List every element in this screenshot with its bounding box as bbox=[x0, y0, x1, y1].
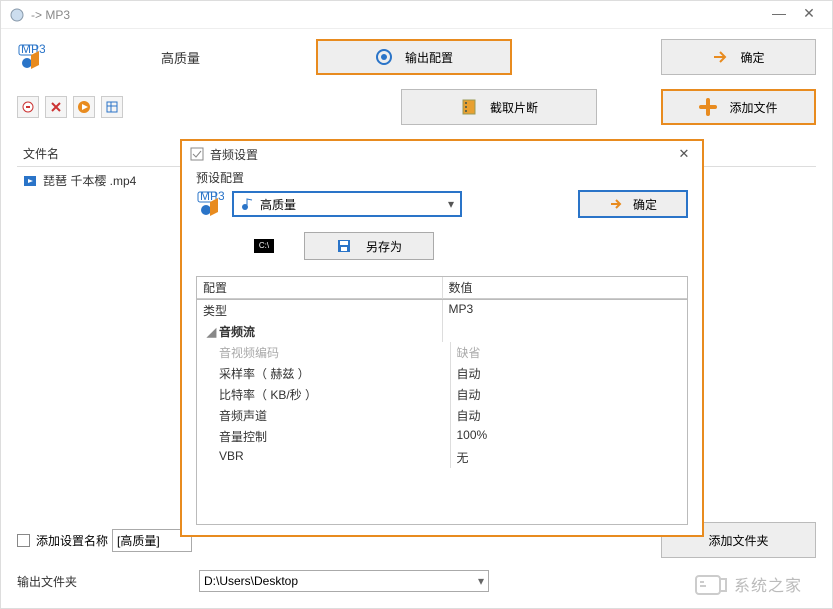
add-file-label: 添加文件 bbox=[729, 99, 777, 116]
output-folder-value: D:\Users\Desktop bbox=[204, 574, 298, 588]
play-button[interactable] bbox=[73, 96, 95, 118]
row-audio-stream-group[interactable]: ◢音频流 bbox=[197, 321, 443, 342]
dialog-close-button[interactable]: ✕ bbox=[674, 146, 694, 162]
confirm-button[interactable]: 确定 bbox=[661, 39, 816, 75]
output-config-button[interactable]: 输出配置 bbox=[316, 39, 512, 75]
preset-select[interactable]: 高质量 ▾ bbox=[232, 191, 462, 217]
row-samplerate-label: 采样率（ 赫兹 ） bbox=[197, 363, 451, 384]
preset-value: 高质量 bbox=[260, 196, 296, 213]
row-codec-value[interactable]: 缺省 bbox=[451, 342, 688, 363]
toolbar bbox=[17, 96, 123, 118]
chevron-down-icon: ▾ bbox=[448, 197, 454, 211]
dialog-title: 音频设置 bbox=[210, 146, 674, 163]
quality-label: 高质量 bbox=[161, 48, 200, 67]
row-samplerate-value[interactable]: 自动 bbox=[451, 363, 688, 384]
save-as-button[interactable]: 另存为 bbox=[304, 232, 434, 260]
add-file-button[interactable]: 添加文件 bbox=[661, 89, 816, 125]
list-view-button[interactable] bbox=[101, 96, 123, 118]
output-folder-label: 输出文件夹 bbox=[17, 573, 177, 590]
dialog-titlebar: 音频设置 ✕ bbox=[182, 141, 702, 167]
titlebar: -> MP3 — ✕ bbox=[1, 1, 832, 29]
row-type-value[interactable]: MP3 bbox=[443, 300, 688, 321]
preset-config-label: 预设配置 bbox=[196, 169, 688, 186]
row-bitrate-label: 比特率（ KB/秒 ） bbox=[197, 384, 451, 405]
dialog-icon bbox=[190, 147, 204, 161]
row-bitrate-value[interactable]: 自动 bbox=[451, 384, 688, 405]
row-codec-label: 音视频编码 bbox=[197, 342, 451, 363]
output-folder-select[interactable]: D:\Users\Desktop ▾ bbox=[199, 570, 489, 592]
row-volume-label: 音量控制 bbox=[197, 426, 451, 447]
mp3-format-icon: MP3 bbox=[17, 43, 45, 71]
cut-clip-label: 截取片断 bbox=[490, 99, 538, 116]
top-area: MP3 高质量 输出配置 确定 截取片断 添加文件 bbox=[1, 29, 832, 135]
add-setting-name-label: 添加设置名称 bbox=[36, 532, 108, 549]
row-type-label: 类型 bbox=[197, 300, 443, 321]
row-vbr-label: VBR bbox=[197, 447, 451, 468]
mp3-format-icon: MP3 bbox=[196, 190, 224, 218]
save-as-label: 另存为 bbox=[366, 238, 402, 255]
plus-icon bbox=[699, 98, 717, 116]
cmd-icon: C:\ bbox=[254, 239, 274, 253]
add-folder-label: 添加文件夹 bbox=[708, 532, 768, 549]
dialog-confirm-label: 确定 bbox=[633, 196, 657, 213]
close-button[interactable]: ✕ bbox=[794, 5, 824, 25]
row-channels-value[interactable]: 自动 bbox=[451, 405, 688, 426]
col-value: 数值 bbox=[443, 277, 688, 299]
window-title: -> MP3 bbox=[31, 8, 764, 22]
confirm-label: 确定 bbox=[740, 49, 764, 66]
arrow-right-icon bbox=[609, 197, 623, 211]
delete-button[interactable] bbox=[45, 96, 67, 118]
film-icon bbox=[460, 98, 478, 116]
chevron-down-icon: ▾ bbox=[478, 574, 484, 588]
row-vbr-value[interactable]: 无 bbox=[451, 447, 688, 468]
collapse-arrow-icon: ◢ bbox=[207, 325, 217, 339]
audio-icon bbox=[240, 197, 254, 211]
audio-settings-dialog: 音频设置 ✕ 预设配置 MP3 高质量 ▾ 确定 C:\ 另存为 bbox=[180, 139, 704, 537]
save-icon bbox=[336, 238, 352, 254]
arrow-right-icon bbox=[712, 49, 728, 65]
row-channels-label: 音频声道 bbox=[197, 405, 451, 426]
dialog-confirm-button[interactable]: 确定 bbox=[578, 190, 688, 218]
row-volume-value[interactable]: 100% bbox=[451, 426, 688, 447]
file-name: 琵琶 千本樱 .mp4 bbox=[43, 172, 136, 189]
remove-button[interactable] bbox=[17, 96, 39, 118]
app-icon bbox=[9, 7, 25, 23]
output-config-label: 输出配置 bbox=[405, 49, 453, 66]
cut-clip-button[interactable]: 截取片断 bbox=[401, 89, 597, 125]
gear-icon bbox=[375, 48, 393, 66]
add-setting-name-checkbox[interactable] bbox=[17, 534, 30, 547]
properties-table: 配置 数值 类型 MP3 ◢音频流 音视频编码 缺省 采样率（ 赫兹 ） 自动 … bbox=[196, 276, 688, 525]
video-file-icon bbox=[23, 174, 37, 188]
minimize-button[interactable]: — bbox=[764, 5, 794, 25]
col-config: 配置 bbox=[197, 277, 443, 299]
